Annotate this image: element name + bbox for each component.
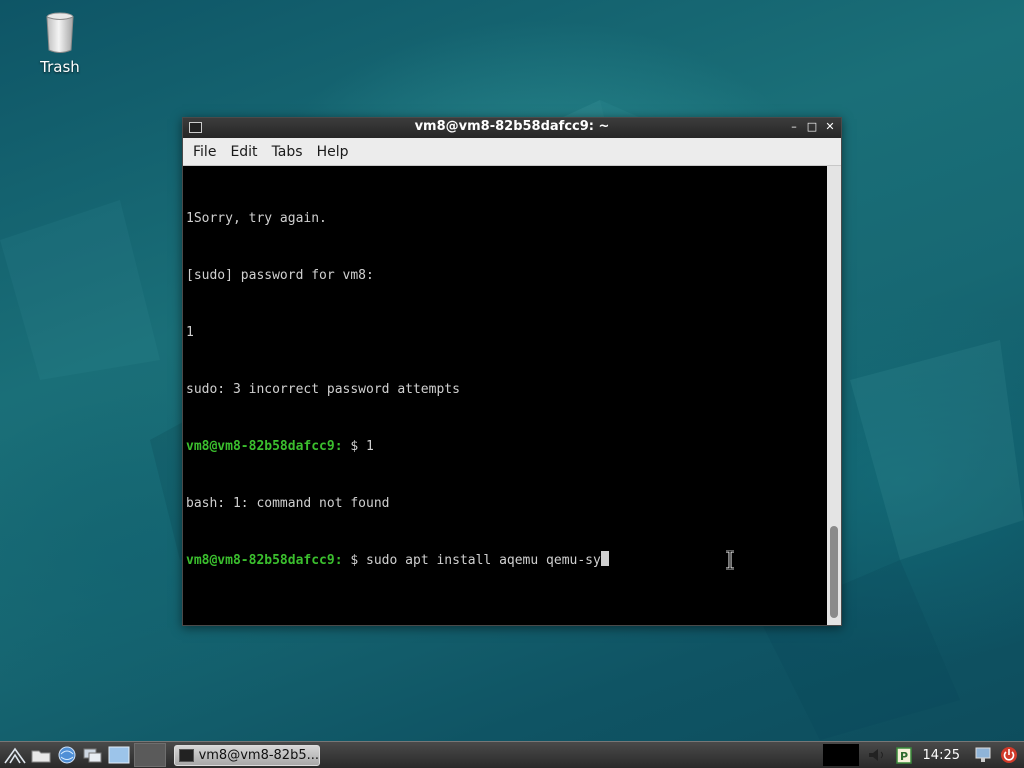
- file-manager-icon[interactable]: [30, 745, 52, 765]
- window-controls: – □ ✕: [787, 119, 837, 135]
- terminal-lines: 1Sorry, try again. [sudo] password for v…: [186, 171, 609, 608]
- terminal-window[interactable]: vm8@vm8-82b58dafcc9: ~ – □ ✕ File Edit T…: [182, 117, 842, 626]
- desktop-icon-trash[interactable]: Trash: [30, 12, 90, 76]
- scrollbar-thumb[interactable]: [830, 526, 838, 618]
- terminal-line: bash: 1: command not found: [186, 496, 390, 511]
- network-icon[interactable]: [972, 745, 994, 765]
- menubar: File Edit Tabs Help: [183, 138, 841, 166]
- menu-edit[interactable]: Edit: [223, 141, 264, 163]
- terminal-task-icon: [179, 748, 194, 762]
- workspace-icon[interactable]: [108, 745, 130, 765]
- cpu-monitor[interactable]: [822, 744, 859, 766]
- maximize-button[interactable]: □: [805, 119, 819, 135]
- text-cursor: [600, 551, 609, 566]
- window-title: vm8@vm8-82b58dafcc9: ~: [414, 119, 610, 134]
- start-menu-icon[interactable]: [4, 745, 26, 765]
- clipboard-icon[interactable]: P: [893, 745, 915, 765]
- volume-icon[interactable]: [867, 745, 889, 765]
- power-icon[interactable]: [998, 745, 1020, 765]
- clock[interactable]: 14:25: [915, 748, 968, 763]
- taskbar-button-terminal[interactable]: vm8@vm8-82b5...: [174, 744, 320, 766]
- terminal-titlebar[interactable]: vm8@vm8-82b58dafcc9: ~ – □ ✕: [183, 118, 841, 138]
- menu-file[interactable]: File: [186, 141, 223, 163]
- terminal-line: vm8@vm8-82b58dafcc9: $ 1: [186, 439, 374, 454]
- web-browser-icon[interactable]: [56, 745, 78, 765]
- system-tray: P 14:25: [822, 742, 1024, 768]
- desktop: Trash vm8@vm8-82b58dafcc9: ~ – □ ✕ File …: [0, 0, 1024, 768]
- minimize-button[interactable]: –: [787, 119, 801, 135]
- prompt: vm8@vm8-82b58dafcc9:: [186, 439, 343, 454]
- ibeam-cursor-icon: [726, 550, 734, 570]
- trash-label: Trash: [40, 58, 80, 76]
- taskbar: vm8@vm8-82b5... P 14:25: [0, 741, 1024, 768]
- terminal-line: 1: [186, 325, 194, 340]
- command-input[interactable]: $ sudo apt install aqemu qemu-sy: [343, 553, 600, 568]
- menu-tabs[interactable]: Tabs: [265, 141, 310, 163]
- workspace-pager[interactable]: [134, 743, 166, 767]
- svg-text:P: P: [900, 750, 908, 763]
- menu-help[interactable]: Help: [310, 141, 356, 163]
- terminal-line: sudo: 3 incorrect password attempts: [186, 382, 460, 397]
- terminal-line: 1Sorry, try again.: [186, 211, 327, 226]
- task-label: vm8@vm8-82b5...: [198, 747, 319, 763]
- close-button[interactable]: ✕: [823, 119, 837, 135]
- trash-icon: [46, 12, 74, 53]
- terminal-line: [sudo] password for vm8:: [186, 268, 374, 283]
- terminal-input-line[interactable]: vm8@vm8-82b58dafcc9: $ sudo apt install …: [186, 551, 609, 570]
- terminal-scrollbar[interactable]: [827, 166, 841, 625]
- prompt: vm8@vm8-82b58dafcc9:: [186, 553, 343, 568]
- show-desktop-icon[interactable]: [82, 745, 104, 765]
